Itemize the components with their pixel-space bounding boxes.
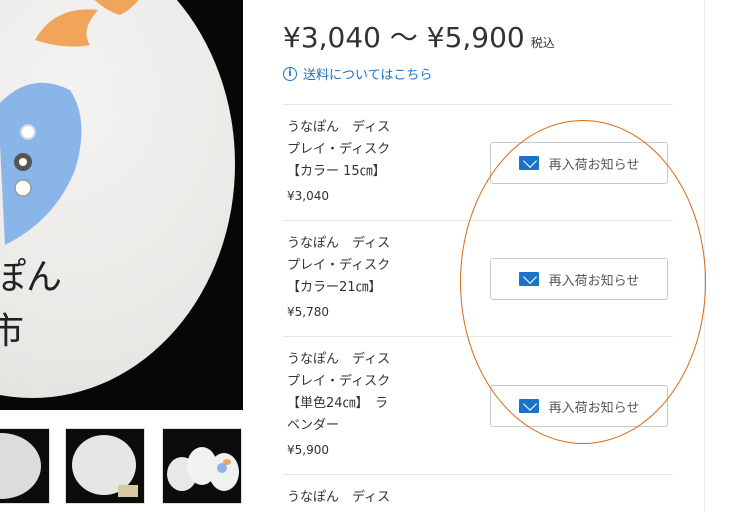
variant-name: うなぽん ディス プレイ・ディスク 【カラー21㎝】 bbox=[287, 233, 415, 299]
thumbnail-strip bbox=[0, 420, 243, 511]
variant-name-line: 【カラー 15㎝】 bbox=[287, 164, 386, 179]
variant-price: ¥5,900 bbox=[287, 443, 329, 457]
variant-name-line: うなぽん ディス bbox=[287, 490, 391, 505]
restock-notify-button[interactable]: 再入荷お知らせ bbox=[490, 385, 668, 427]
mail-icon bbox=[518, 156, 539, 170]
thumbnail-1[interactable] bbox=[0, 428, 50, 504]
variant-price: ¥5,780 bbox=[287, 305, 329, 319]
variant-name-line: 【単色24㎝】 ラ bbox=[287, 396, 389, 411]
thumbnail-2[interactable] bbox=[65, 428, 145, 504]
plate-illustration bbox=[0, 0, 139, 245]
display-disc-plate: ぽん 市 bbox=[0, 0, 235, 398]
restock-notify-button[interactable]: 再入荷お知らせ bbox=[490, 258, 668, 300]
plate-text-2: 市 bbox=[0, 311, 25, 352]
variant-name-line: プレイ・ディスク bbox=[287, 374, 391, 389]
shipping-info-link[interactable]: i 送料についてはこちら bbox=[283, 64, 432, 83]
price-range-text: ¥3,040 〜 ¥5,900 bbox=[283, 21, 525, 54]
variant-price: ¥3,040 bbox=[287, 189, 329, 203]
variant-name-line: うなぽん ディス bbox=[287, 120, 391, 135]
variant-name-line: ベンダー bbox=[287, 418, 340, 433]
tax-label: 税込 bbox=[530, 36, 555, 50]
price-range: ¥3,040 〜 ¥5,900 税込 bbox=[283, 16, 555, 56]
variant-name-line: プレイ・ディスク bbox=[287, 258, 391, 273]
restock-notify-button[interactable]: 再入荷お知らせ bbox=[490, 142, 668, 184]
variant-name-line: うなぽん ディス bbox=[287, 352, 391, 367]
restock-notify-label: 再入荷お知らせ bbox=[548, 157, 640, 173]
variant-row: うなぽん ディス bbox=[283, 474, 673, 512]
mail-icon bbox=[518, 272, 539, 286]
restock-notify-label: 再入荷お知らせ bbox=[548, 273, 640, 289]
info-icon: i bbox=[283, 66, 297, 81]
variant-name: うなぽん ディス プレイ・ディスク 【カラー 15㎝】 bbox=[287, 117, 415, 183]
restock-notify-label: 再入荷お知らせ bbox=[548, 400, 640, 416]
purchase-panel: ¥3,040 〜 ¥5,900 税込 i 送料についてはこちら うなぽん ディス … bbox=[283, 0, 673, 511]
panel-divider bbox=[704, 0, 705, 511]
plate-text-1: ぽん bbox=[0, 257, 63, 298]
variant-name-line: プレイ・ディスク bbox=[287, 142, 391, 157]
variant-row: うなぽん ディス プレイ・ディスク 【カラー21㎝】 ¥5,780 再入荷お知ら… bbox=[283, 220, 673, 337]
main-product-image[interactable]: ぽん 市 bbox=[0, 0, 243, 410]
shipping-link-text: 送料についてはこちら bbox=[303, 68, 433, 83]
variant-row: うなぽん ディス プレイ・ディスク 【カラー 15㎝】 ¥3,040 再入荷お知… bbox=[283, 104, 673, 221]
variant-name: うなぽん ディス プレイ・ディスク 【単色24㎝】 ラ ベンダー bbox=[287, 349, 415, 437]
variant-name-line: うなぽん ディス bbox=[287, 236, 391, 251]
variant-row: うなぽん ディス プレイ・ディスク 【単色24㎝】 ラ ベンダー ¥5,900 … bbox=[283, 336, 673, 475]
variant-name: うなぽん ディス bbox=[287, 487, 415, 509]
thumbnail-3[interactable] bbox=[162, 428, 242, 504]
mail-icon bbox=[518, 399, 539, 413]
variant-name-line: 【カラー21㎝】 bbox=[287, 280, 382, 295]
